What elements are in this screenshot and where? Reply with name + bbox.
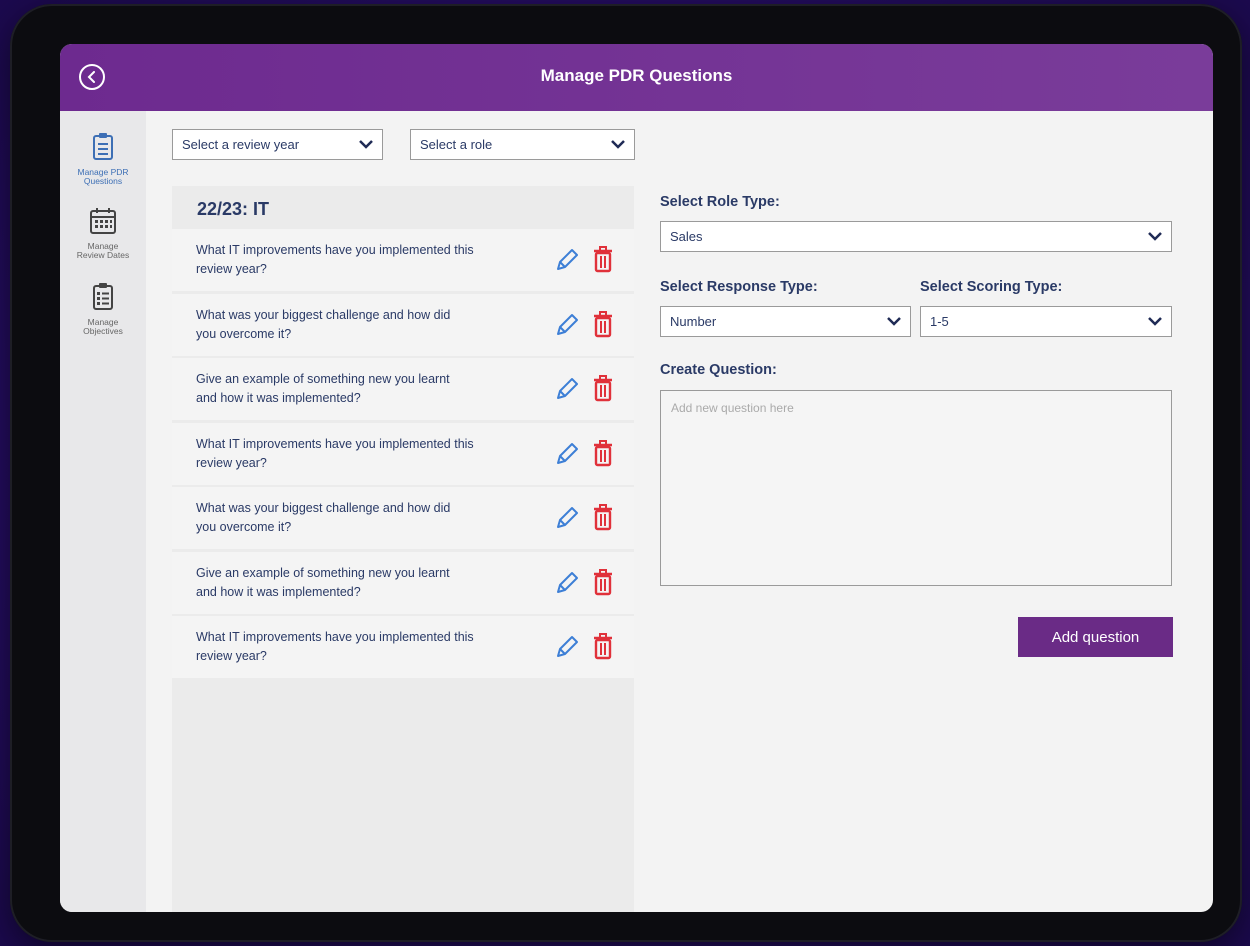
app-header: Manage PDR Questions: [60, 44, 1213, 111]
edit-pencil-icon[interactable]: [554, 570, 580, 596]
trash-icon[interactable]: [592, 504, 614, 531]
question-text-line: review year?: [196, 649, 267, 663]
sidebar-item-manage-review-dates[interactable]: Manage Review Dates: [60, 207, 146, 260]
question-text: What IT improvements have you implemente…: [196, 435, 536, 473]
question-text-line: What IT improvements have you implemente…: [196, 243, 474, 257]
question-text-line: Give an example of something new you lea…: [196, 372, 450, 386]
question-text: What was your biggest challenge and how …: [196, 499, 536, 537]
calendar-icon: [90, 208, 116, 234]
question-text-line: and how it was implemented?: [196, 584, 361, 599]
sidebar-label: Review Dates: [76, 250, 130, 260]
add-question-button[interactable]: Add question: [1018, 617, 1173, 657]
question-text: What IT improvements have you implemente…: [196, 628, 536, 666]
question-text-line: and how it was implemented?: [196, 391, 361, 405]
create-question-label: Create Question:: [660, 362, 777, 378]
response-type-label: Select Response Type:: [660, 279, 818, 295]
chevron-down-icon: [1148, 317, 1162, 326]
question-text-line: What IT improvements have you implemente…: [196, 436, 474, 451]
trash-icon[interactable]: [592, 375, 614, 402]
sidebar-item-manage-objectives[interactable]: Manage Objectives: [60, 281, 146, 336]
sidebar-item-manage-pdr-questions[interactable]: Manage PDR Questions: [60, 131, 146, 186]
question-text-line: What was your biggest challenge and how …: [196, 307, 451, 322]
trash-icon[interactable]: [592, 439, 614, 467]
response-type-select-value: Number: [670, 314, 717, 329]
edit-pencil-icon[interactable]: [554, 376, 580, 402]
trash-icon[interactable]: [592, 633, 614, 660]
sidebar: Manage PDR Questions Manage Review Dates…: [60, 111, 146, 912]
app-screen: Manage PDR Questions Manage PDR Question…: [60, 44, 1213, 912]
edit-pencil-icon[interactable]: [554, 505, 580, 531]
question-textarea[interactable]: Add new question here: [660, 390, 1172, 586]
tablet-frame: Manage PDR Questions Manage PDR Question…: [10, 4, 1242, 942]
review-year-select-value: Select a review year: [182, 137, 300, 152]
question-text-line: What IT improvements have you implemente…: [196, 630, 474, 644]
question-text-line: review year?: [196, 455, 267, 470]
role-type-select-value: Sales: [670, 229, 703, 244]
question-row: What IT improvements have you implemente…: [172, 229, 634, 291]
chevron-down-icon: [359, 140, 373, 149]
role-type-label: Select Role Type:: [660, 194, 780, 210]
scoring-type-select-value: 1-5: [930, 314, 949, 329]
clipboard-icon: [93, 133, 113, 160]
scoring-type-select[interactable]: 1-5: [920, 306, 1172, 337]
question-text-line: you overcome it?: [196, 520, 292, 534]
question-row: What was your biggest challenge and how …: [172, 487, 634, 549]
chevron-down-icon: [887, 317, 901, 326]
question-row: What IT improvements have you implemente…: [172, 422, 634, 485]
question-text-line: you overcome it?: [196, 326, 292, 341]
question-text: What IT improvements have you implemente…: [196, 241, 536, 279]
role-type-select[interactable]: Sales: [660, 221, 1172, 252]
question-row: Give an example of something new you lea…: [172, 551, 634, 614]
question-textarea-placeholder: Add new question here: [671, 401, 794, 415]
page-title: Manage PDR Questions: [540, 66, 733, 85]
checklist-icon: [93, 283, 113, 310]
chevron-down-icon: [611, 140, 625, 149]
role-select[interactable]: Select a role: [410, 129, 635, 160]
trash-icon[interactable]: [592, 246, 614, 273]
question-row: Give an example of something new you lea…: [172, 358, 634, 420]
edit-pencil-icon[interactable]: [554, 247, 580, 273]
trash-icon[interactable]: [592, 310, 614, 338]
question-text: Give an example of something new you lea…: [196, 370, 536, 408]
question-text-line: What was your biggest challenge and how …: [196, 501, 451, 515]
question-text-line: review year?: [196, 262, 267, 276]
question-row: What was your biggest challenge and how …: [172, 293, 634, 356]
sidebar-label: Questions: [83, 176, 123, 186]
question-list-panel: 22/23: IT What IT improvements have you …: [172, 186, 634, 912]
review-year-select[interactable]: Select a review year: [172, 129, 383, 160]
sidebar-label: Objectives: [83, 326, 123, 336]
role-select-value: Select a role: [420, 137, 493, 152]
question-row: What IT improvements have you implemente…: [172, 616, 634, 678]
edit-pencil-icon[interactable]: [554, 312, 580, 338]
scoring-type-label: Select Scoring Type:: [920, 279, 1063, 295]
question-text: Give an example of something new you lea…: [196, 564, 536, 602]
question-list-title: 22/23: IT: [197, 199, 270, 219]
edit-pencil-icon[interactable]: [554, 634, 580, 660]
question-text: What was your biggest challenge and how …: [196, 306, 536, 344]
response-type-select[interactable]: Number: [660, 306, 911, 337]
chevron-down-icon: [1148, 232, 1162, 241]
trash-icon[interactable]: [592, 568, 614, 596]
question-text-line: Give an example of something new you lea…: [196, 565, 450, 580]
edit-pencil-icon[interactable]: [554, 441, 580, 467]
